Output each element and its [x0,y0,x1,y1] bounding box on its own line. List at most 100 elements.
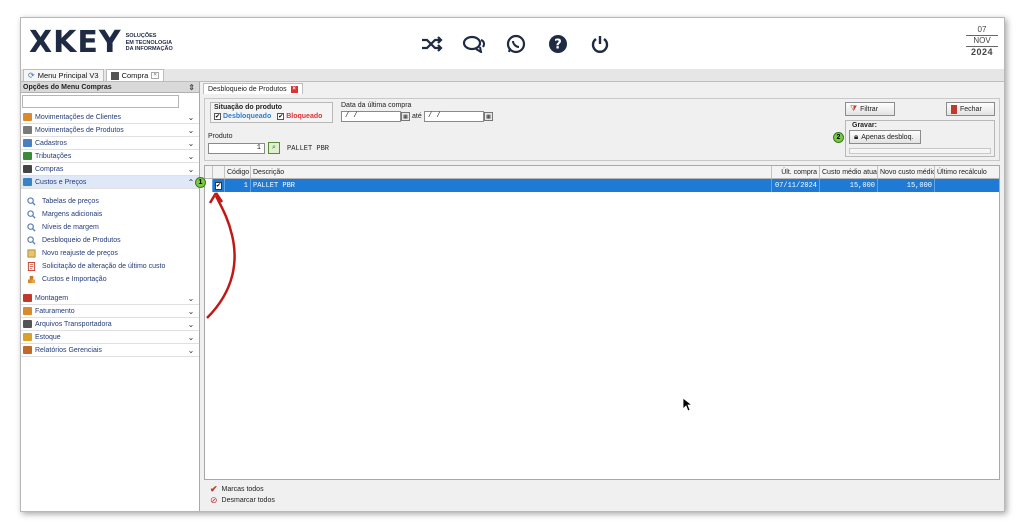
progress-bar [849,148,991,154]
submenu-item-solicitacao-alteracao[interactable]: Solicitação de alteração de último custo [21,260,199,273]
ultimo-recalculo-column-header[interactable]: Último recálculo [935,166,991,178]
invoice-icon [23,307,32,315]
calendar-icon[interactable]: ▦ [401,112,410,121]
step-1-badge: 1 [195,177,206,188]
report-icon [23,346,32,354]
cell-ult-compra: 07/11/2024 [772,179,820,192]
row-checkbox[interactable]: ✔ [213,179,225,192]
date-year: 2024 [966,46,998,57]
row-indicator-header [205,166,213,178]
chevron-down-icon: ⌄ [187,345,195,355]
ult-compra-column-header[interactable]: Últ. compra [772,166,820,178]
cell-custo-atual: 15,000 [820,179,878,192]
row-indicator [205,179,213,192]
date-from-input[interactable]: / / [341,111,401,122]
logo-mark: XKEY [29,25,122,60]
submenu-item-desbloqueio-produtos[interactable]: Desbloqueio de Produtos [21,234,199,247]
chevron-up-icon: ⌃ [187,177,195,187]
submenu-item-margens-adicionais[interactable]: Margens adicionais [21,208,199,221]
prices-icon [23,178,32,186]
cell-codigo: 1 [225,179,251,192]
chat-icon[interactable] [458,32,490,56]
check-icon: ✔ [215,181,222,190]
search-icon [27,236,36,245]
custo-atual-column-header[interactable]: Custo médio atual [820,166,878,178]
marcar-todos-button[interactable]: ✔ Marcas todos [210,484,1000,495]
table-row[interactable]: ✔ 1 PALLET PBR 07/11/2024 15,000 15,000 [205,179,999,192]
date-month: NOV [966,35,998,46]
tab-label: Menu Principal V3 [37,71,99,80]
help-icon[interactable]: ? [542,32,574,56]
sidebar-header: Opções do Menu Compras ⇕ [21,82,199,93]
tab-menu-principal[interactable]: ⟳ Menu Principal V3 [23,69,104,81]
register-icon [23,139,32,147]
submenu-item-niveis-margem[interactable]: Níveis de margem [21,221,199,234]
tab-label: Desbloqueio de Produtos [208,85,287,93]
tab-label: Compra [121,71,149,80]
sidebar-item-estoque[interactable]: Estoque ⌄ [21,331,199,344]
clients-icon [23,113,32,121]
sidebar-item-arquivos-transportadora[interactable]: Arquivos Transportadora ⌄ [21,318,199,331]
pin-icon[interactable]: ⇕ [188,83,195,92]
submenu-item-novo-reajuste[interactable]: Novo reajuste de preços [21,247,199,260]
date-day: 07 [977,25,987,34]
whatsapp-icon[interactable] [500,32,532,56]
step-2-badge: 2 [833,132,844,143]
calendar-icon[interactable]: ▦ [484,112,493,121]
lock-icon: 🔒︎ [854,132,859,141]
products-icon [23,126,32,134]
sidebar: Opções do Menu Compras ⇕ Movimentações d… [21,82,200,511]
produto-name: PALLET PBR [287,145,330,153]
check-column-header[interactable] [213,166,225,178]
boxes-icon [27,275,36,284]
tab-compra[interactable]: Compra ✕ [105,69,165,81]
bloqueado-checkbox[interactable]: ✔ Bloqueado [277,113,322,120]
date-to-input[interactable]: / / [424,111,484,122]
desbloqueado-checkbox[interactable]: ✔ Desbloqueado [214,113,271,120]
search-icon [27,210,36,219]
gravar-label: Gravar: [852,122,877,129]
sidebar-item-montagem[interactable]: Montagem ⌄ [21,292,199,305]
sidebar-item-compras[interactable]: Compras ⌄ [21,163,199,176]
fechar-button[interactable]: Fechar [946,102,995,116]
logo-tagline: SOLUÇÕES EM TECNOLOGIA DA INFORMAÇÃO [125,33,173,53]
codigo-column-header[interactable]: Código [225,166,251,178]
document-icon [27,262,36,271]
sidebar-item-movimentacoes-clientes[interactable]: Movimentações de Clientes ⌄ [21,111,199,124]
situacao-fieldset: Situação do produto ✔ Desbloqueado ✔ Blo… [210,102,333,123]
descricao-column-header[interactable]: Descrição [251,166,772,178]
chevron-down-icon: ⌄ [187,138,195,148]
xkey-logo: XKEY SOLUÇÕES EM TECNOLOGIA DA INFORMAÇÃ… [29,28,173,58]
novo-custo-column-header[interactable]: Novo custo médio [878,166,935,178]
sidebar-item-tributacoes[interactable]: Tributações ⌄ [21,150,199,163]
gravar-group: Gravar: 🔒︎ Apenas desbloq. [845,120,995,157]
apenas-desbloq-button[interactable]: 🔒︎ Apenas desbloq. [849,130,921,144]
sidebar-search-input[interactable] [22,95,179,108]
submenu-item-custos-importacao[interactable]: Custos e Importação [21,273,199,286]
chevron-down-icon: ⌄ [187,332,195,342]
sidebar-item-faturamento[interactable]: Faturamento ⌄ [21,305,199,318]
cell-descricao: PALLET PBR [251,179,772,192]
cell-novo-custo: 15,000 [878,179,935,192]
shuffle-icon[interactable] [416,32,448,56]
close-icon[interactable]: ✕ [151,72,160,79]
tab-desbloqueio-produtos[interactable]: Desbloqueio de Produtos × [203,83,303,94]
filtrar-button[interactable]: ⧩ Filtrar [845,102,895,116]
chevron-down-icon: ⌄ [187,319,195,329]
grid-footer: ✔ Marcas todos ⊘ Desmarcar todos [204,482,1000,510]
sidebar-item-cadastros[interactable]: Cadastros ⌄ [21,137,199,150]
submenu-item-tabelas-precos[interactable]: Tabelas de preços [21,195,199,208]
desmarcar-todos-button[interactable]: ⊘ Desmarcar todos [210,495,1000,506]
close-icon[interactable]: × [290,85,298,93]
product-search-icon[interactable]: ⌕ [268,142,280,154]
sidebar-item-custos-precos[interactable]: Custos e Preços ⌃ [21,176,199,189]
chevron-down-icon: ⌄ [187,151,195,161]
sidebar-item-relatorios-gerenciais[interactable]: Relatórios Gerenciais ⌄ [21,344,199,357]
filter-panel: Situação do produto ✔ Desbloqueado ✔ Blo… [204,98,1000,161]
forbidden-icon: ⊘ [210,495,218,505]
date-display: 07 NOV 2024 [966,25,998,57]
chevron-down-icon: ⌄ [187,164,195,174]
sidebar-item-movimentacoes-produtos[interactable]: Movimentações de Produtos ⌄ [21,124,199,137]
power-icon[interactable] [584,32,616,56]
produto-code-input[interactable]: 1 [208,143,265,154]
